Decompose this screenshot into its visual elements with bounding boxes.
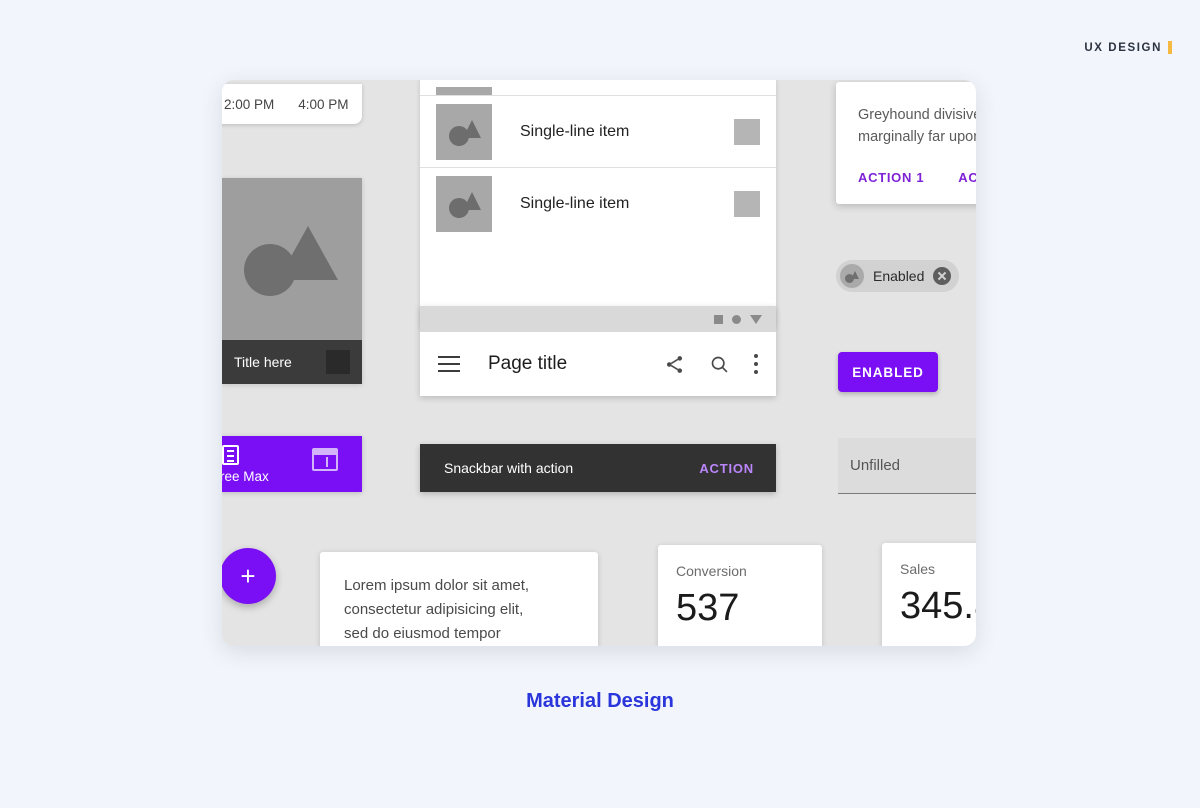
text-field-label: Unfilled bbox=[850, 457, 901, 474]
bottom-app-bar-label: ree Max bbox=[222, 469, 269, 484]
text-field-unfilled[interactable]: Unfilled bbox=[838, 438, 976, 494]
page-title: Page title bbox=[488, 353, 568, 374]
list-item-trailing-icon[interactable] bbox=[734, 191, 760, 217]
status-bar bbox=[420, 306, 776, 332]
thumbnail-icon bbox=[436, 176, 492, 232]
stat-value: 345.8 bbox=[900, 585, 976, 627]
close-icon[interactable] bbox=[933, 267, 952, 285]
time-picker-card[interactable]: 2:00 PM 4:00 PM bbox=[222, 84, 362, 124]
design-canvas: 2:00 PM 4:00 PM Title here ree Max + Sin… bbox=[222, 80, 976, 646]
list-item-label: Single-line item bbox=[520, 122, 630, 140]
app-bar-card: Page title bbox=[420, 306, 776, 396]
media-card-overlay: Title here bbox=[222, 340, 362, 384]
brand-mark: UX DESIGN bbox=[1084, 41, 1172, 54]
brand-text: UX DESIGN bbox=[1084, 41, 1162, 54]
time-slot-1[interactable]: 2:00 PM bbox=[224, 97, 274, 112]
snackbar-action-button[interactable]: ACTION bbox=[699, 461, 754, 476]
dialog-action-1[interactable]: ACTION 1 bbox=[858, 170, 924, 185]
list-item[interactable]: Single-line item bbox=[420, 168, 776, 240]
placeholder-triangle-shape bbox=[463, 192, 481, 210]
dialog-line-1: Greyhound divisive bbox=[858, 107, 976, 123]
floating-action-button[interactable]: + bbox=[222, 548, 276, 604]
search-icon[interactable] bbox=[709, 354, 730, 375]
list-item-partial[interactable] bbox=[420, 80, 776, 96]
chip-enabled[interactable]: Enabled bbox=[836, 260, 960, 292]
list-item-label: Single-line item bbox=[520, 195, 630, 212]
square-icon bbox=[714, 314, 723, 324]
media-card[interactable]: Title here bbox=[222, 178, 362, 384]
lorem-line-1: Lorem ipsum dolor sit amet, bbox=[344, 577, 530, 594]
dialog-line-2: marginally far upon bbox=[858, 129, 976, 145]
time-slot-2[interactable]: 4:00 PM bbox=[298, 97, 348, 112]
plus-icon: + bbox=[240, 560, 256, 591]
media-card-title: Title here bbox=[234, 354, 292, 370]
avatar bbox=[840, 264, 864, 288]
media-card-action-icon[interactable] bbox=[326, 350, 350, 374]
stat-card-conversion: Conversion 537 bbox=[658, 545, 822, 646]
triangle-icon bbox=[750, 314, 762, 324]
list-card: Single-line item Single-line item bbox=[420, 80, 776, 328]
thumbnail-icon bbox=[436, 103, 492, 160]
thumbnail-partial bbox=[436, 87, 492, 95]
placeholder-triangle-shape bbox=[278, 226, 338, 280]
stat-card-sales: Sales 345.8 bbox=[882, 543, 976, 646]
page-caption: Material Design bbox=[526, 690, 674, 712]
snackbar-message: Snackbar with action bbox=[444, 460, 574, 476]
list-item-trailing-icon[interactable] bbox=[734, 118, 760, 145]
brand-accent-bar bbox=[1168, 41, 1172, 54]
dialog-card: Greyhound divisive marginally far upon A… bbox=[836, 82, 976, 204]
top-app-bar: Page title bbox=[420, 332, 776, 396]
overflow-menu-icon[interactable] bbox=[754, 354, 758, 374]
enabled-button[interactable]: ENABLED bbox=[838, 352, 938, 392]
lorem-card: Lorem ipsum dolor sit amet, consectetur … bbox=[320, 552, 598, 646]
list-icon[interactable] bbox=[222, 445, 239, 465]
image-placeholder-icon bbox=[244, 226, 340, 296]
stat-label: Sales bbox=[900, 561, 936, 577]
hamburger-icon[interactable] bbox=[438, 356, 460, 372]
lorem-line-3: sed do eiusmod tempor bbox=[344, 625, 501, 642]
circle-icon bbox=[732, 314, 741, 324]
snackbar: Snackbar with action ACTION bbox=[420, 444, 776, 492]
chip-label: Enabled bbox=[873, 268, 925, 284]
stat-label: Conversion bbox=[676, 563, 747, 579]
lorem-line-2: consectetur adipisicing elit, bbox=[344, 601, 524, 618]
stat-value: 537 bbox=[676, 587, 740, 629]
placeholder-triangle-shape bbox=[851, 271, 859, 279]
placeholder-triangle-shape bbox=[463, 119, 481, 138]
dialog-action-2[interactable]: ACTION 2 bbox=[958, 170, 976, 185]
list-item[interactable]: Single-line item bbox=[420, 96, 776, 168]
dashboard-icon[interactable] bbox=[312, 448, 338, 471]
bottom-app-bar[interactable]: ree Max bbox=[222, 436, 362, 492]
share-icon[interactable] bbox=[664, 354, 685, 375]
